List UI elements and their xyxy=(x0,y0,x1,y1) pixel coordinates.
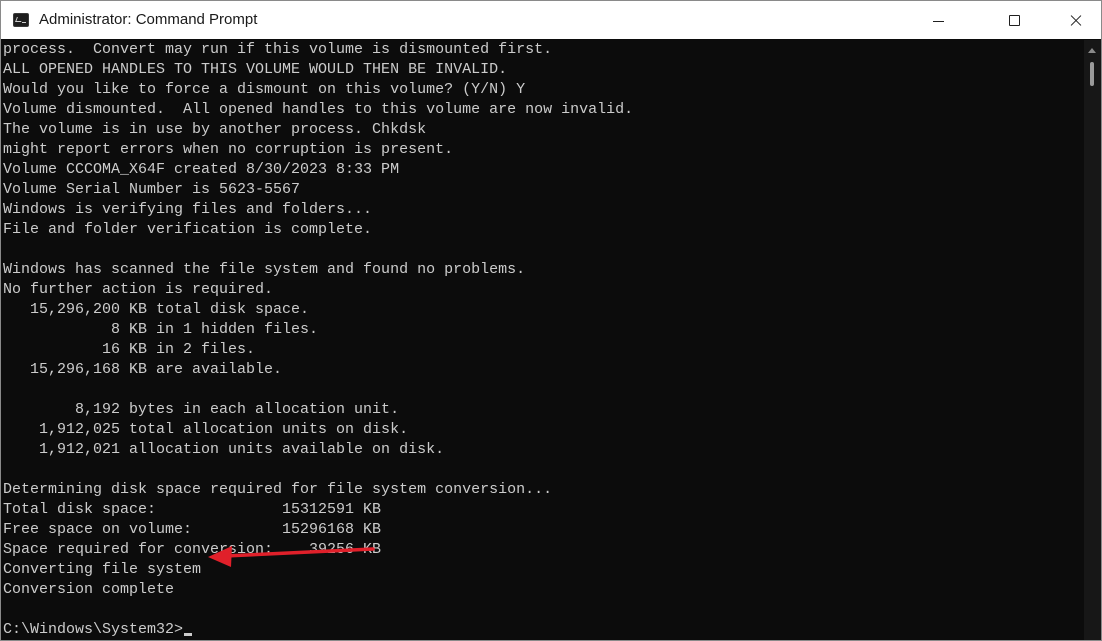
minimize-icon[interactable] xyxy=(915,1,961,39)
close-icon[interactable] xyxy=(1053,1,1099,39)
console-line: Space required for conversion: 39256 KB xyxy=(3,541,382,558)
console-line: Determining disk space required for file… xyxy=(3,481,553,498)
console-line: Windows is verifying files and folders..… xyxy=(3,201,373,218)
scroll-up-arrow-icon[interactable] xyxy=(1088,48,1096,53)
console-output[interactable]: process. Convert may run if this volume … xyxy=(3,40,1083,640)
console-line: 8,192 bytes in each allocation unit. xyxy=(3,401,400,418)
command-prompt: C:\Windows\System32> xyxy=(3,621,184,638)
text-cursor xyxy=(184,633,193,636)
console-line: Volume Serial Number is 5623-5567 xyxy=(3,181,301,198)
console-line: 8 KB in 1 hidden files. xyxy=(3,321,319,338)
console-line: Free space on volume: 15296168 KB xyxy=(3,521,382,538)
command-prompt-window: Administrator: Command Prompt process. C… xyxy=(0,0,1102,641)
console-line: File and folder verification is complete… xyxy=(3,221,373,238)
console-line: process. Convert may run if this volume … xyxy=(3,41,553,58)
console-line: The volume is in use by another process.… xyxy=(3,121,427,138)
console-line: Would you like to force a dismount on th… xyxy=(3,81,526,98)
console-line: 1,912,021 allocation units available on … xyxy=(3,441,445,458)
maximize-icon[interactable] xyxy=(991,1,1037,39)
console-line: Conversion complete xyxy=(3,581,175,598)
title-bar[interactable]: Administrator: Command Prompt xyxy=(1,1,1101,39)
console-line: might report errors when no corruption i… xyxy=(3,141,454,158)
console-line: Total disk space: 15312591 KB xyxy=(3,501,382,518)
console-line: 16 KB in 2 files. xyxy=(3,341,256,358)
console-line: 1,912,025 total allocation units on disk… xyxy=(3,421,409,438)
console-line: Volume dismounted. All opened handles to… xyxy=(3,101,634,118)
console-line: 15,296,168 KB are available. xyxy=(3,361,283,378)
console-line: No further action is required. xyxy=(3,281,274,298)
command-prompt-icon[interactable] xyxy=(13,13,29,27)
console-line: Converting file system xyxy=(3,561,202,578)
scroll-thumb[interactable] xyxy=(1090,62,1094,86)
console-line: ALL OPENED HANDLES TO THIS VOLUME WOULD … xyxy=(3,61,508,78)
console-line: Volume CCCOMA_X64F created 8/30/2023 8:3… xyxy=(3,161,400,178)
console-line: 15,296,200 KB total disk space. xyxy=(3,301,310,318)
window-title: Administrator: Command Prompt xyxy=(39,11,258,28)
prompt-line[interactable]: C:\Windows\System32> xyxy=(3,620,1083,640)
vertical-scrollbar[interactable] xyxy=(1084,40,1101,640)
console-line: Windows has scanned the file system and … xyxy=(3,261,526,278)
